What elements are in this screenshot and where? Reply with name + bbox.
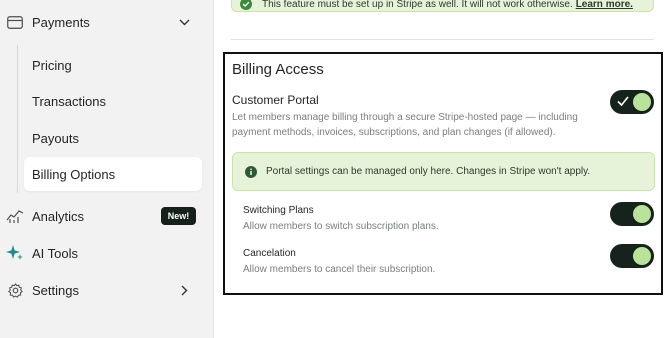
nav-item-ai-tools-label: AI Tools [32, 245, 79, 261]
sidebar-item-pricing[interactable]: Pricing [24, 48, 202, 82]
nav-item-payments-label: Payments [32, 14, 90, 30]
sidebar: Payments Pricing Transactions Payouts Bi… [0, 0, 213, 338]
sidebar-item-label: Billing Options [32, 166, 116, 182]
sidebar-item-transactions[interactable]: Transactions [24, 84, 202, 118]
nav-item-ai-tools[interactable]: AI Tools [0, 235, 213, 271]
customer-portal-title: Customer Portal [232, 93, 319, 107]
portal-info-box: Portal settings can be managed only here… [232, 152, 655, 191]
stripe-setup-alert: This feature must be set up in Stripe as… [231, 0, 654, 12]
switching-plans-description: Allow members to switch subscription pla… [243, 221, 439, 232]
sidebar-item-billing-options[interactable]: Billing Options [24, 157, 202, 191]
chart-line-icon [6, 207, 24, 225]
toggle-knob [633, 93, 651, 111]
cancelation-description: Allow members to cancel their subscripti… [243, 264, 436, 275]
sidebar-item-label: Payouts [32, 130, 79, 146]
sidebar-item-payouts[interactable]: Payouts [24, 121, 202, 155]
credit-card-icon [6, 13, 24, 31]
switching-plans-title: Switching Plans [243, 205, 314, 216]
alert-text: This feature must be set up in Stripe as… [262, 0, 633, 10]
learn-more-link[interactable]: Learn more. [576, 0, 633, 10]
main-content: This feature must be set up in Stripe as… [213, 0, 670, 338]
sidebar-item-label: Pricing [32, 57, 72, 73]
switching-plans-toggle[interactable] [610, 202, 654, 226]
cancelation-title: Cancelation [243, 248, 296, 259]
sidebar-item-label: Transactions [32, 93, 106, 109]
toggle-knob [633, 247, 651, 265]
customer-portal-description: Let members manage billing through a sec… [232, 112, 578, 138]
check-icon [617, 96, 629, 107]
info-text: Portal settings can be managed only here… [266, 166, 591, 177]
check-circle-icon [240, 0, 252, 10]
cancelation-toggle[interactable] [610, 244, 654, 268]
info-icon [245, 165, 257, 178]
toggle-knob [633, 205, 651, 223]
alert-message: This feature must be set up in Stripe as… [262, 0, 573, 10]
section-title: Billing Access [232, 61, 324, 78]
customer-portal-toggle[interactable] [610, 90, 654, 114]
nav-item-settings-label: Settings [32, 282, 79, 298]
nav-item-settings[interactable]: Settings [0, 272, 213, 308]
divider [231, 39, 654, 40]
sparkle-icon [6, 244, 24, 262]
chevron-down-icon[interactable] [178, 16, 190, 28]
nav-item-payments[interactable]: Payments [0, 4, 213, 40]
submenu-guide-line [17, 45, 18, 193]
nav-item-analytics-label: Analytics [32, 208, 85, 224]
chevron-right-icon[interactable] [178, 284, 190, 296]
new-badge: New! [161, 207, 196, 225]
gear-icon [6, 281, 24, 299]
billing-access-panel: Billing Access Customer Portal Let membe… [223, 52, 663, 295]
